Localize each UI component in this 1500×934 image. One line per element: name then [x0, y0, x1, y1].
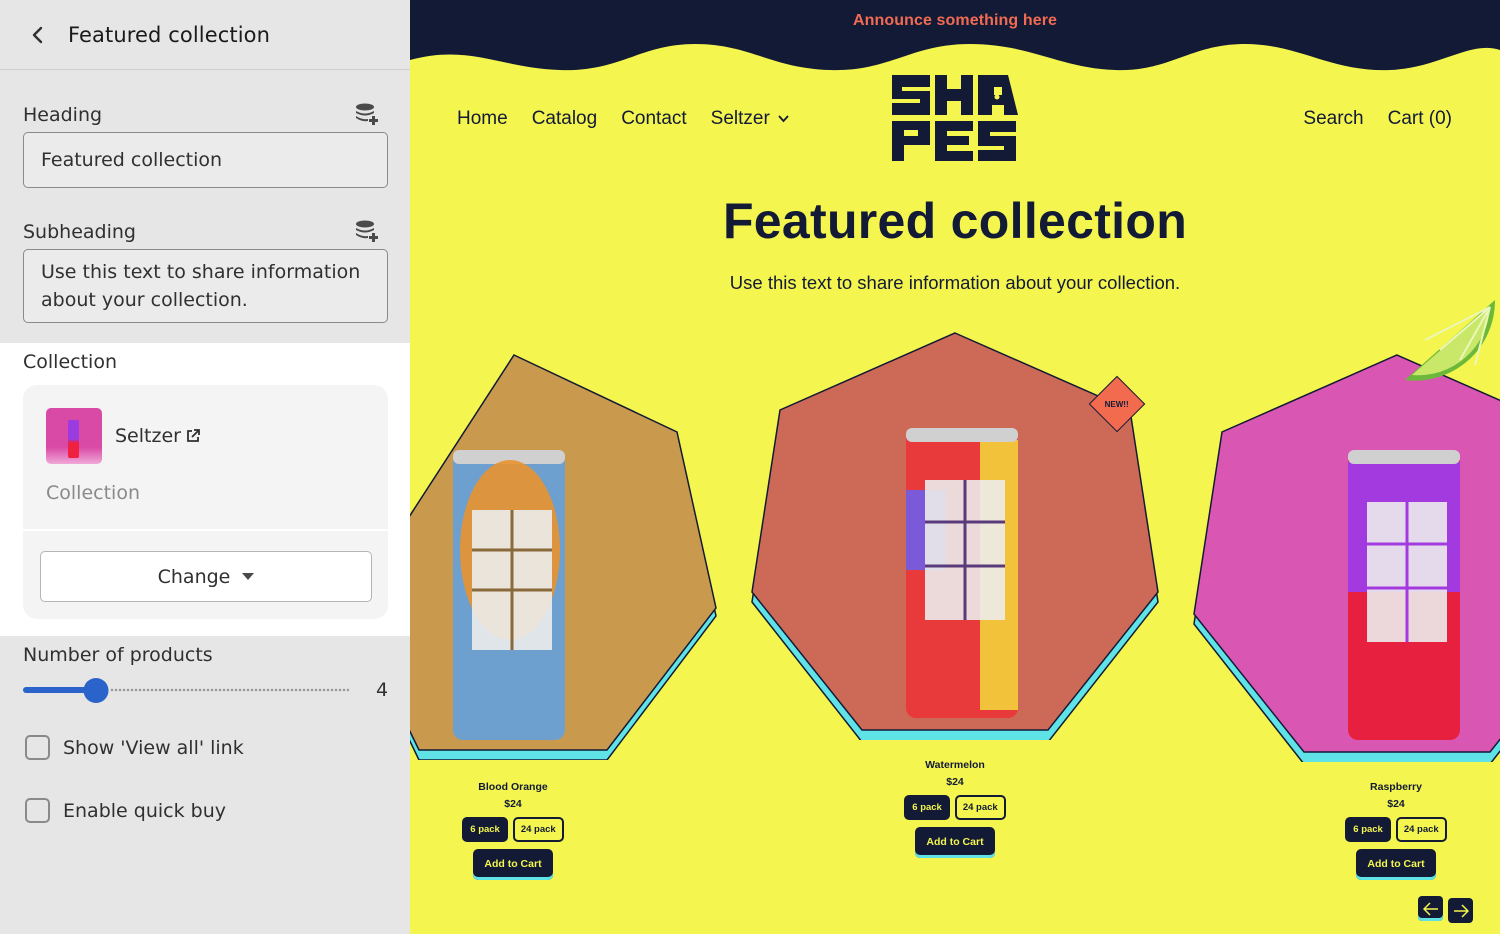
back-button[interactable]	[26, 23, 50, 47]
products-count-slider[interactable]	[23, 678, 349, 703]
collection-subheading: Use this text to share information about…	[729, 272, 1181, 293]
lime-slice-decoration	[1405, 300, 1496, 381]
pack-option-24[interactable]: 24 pack	[1395, 817, 1447, 842]
product-price: $24	[504, 798, 522, 810]
carousel-prev-button[interactable]	[1418, 896, 1443, 921]
nav-seltzer[interactable]: Seltzer	[711, 108, 789, 130]
pack-option-24[interactable]: 24 pack	[954, 795, 1006, 820]
sidebar-header: Featured collection	[0, 0, 410, 70]
collection-type: Collection	[46, 482, 140, 504]
collection-heading: Featured collection	[722, 193, 1188, 249]
nav-catalog[interactable]: Catalog	[532, 108, 598, 130]
main-nav: Home Catalog Contact Seltzer	[457, 108, 789, 130]
heading-label: Heading	[23, 104, 103, 126]
product-info: Raspberry $24 6 pack 24 pack Add to Cart	[1296, 781, 1496, 880]
quick-buy-checkbox[interactable]: Enable quick buy	[25, 798, 226, 823]
collection-section: Collection Seltzer Collection Change	[0, 343, 410, 636]
announcement-text[interactable]: Announce something here	[410, 12, 1500, 30]
store-preview: Announce something here Home Catalog Con…	[410, 0, 1500, 934]
product-image-frame[interactable]	[410, 350, 720, 760]
connect-dynamic-source-icon[interactable]	[354, 102, 380, 128]
products-count-label: Number of products	[23, 644, 213, 666]
product-price: $24	[946, 776, 964, 788]
change-label: Change	[157, 565, 231, 588]
product-price: $24	[1387, 798, 1405, 810]
product-name[interactable]: Raspberry	[1296, 781, 1496, 793]
nav-contact[interactable]: Contact	[621, 108, 686, 130]
product-info: Blood Orange $24 6 pack 24 pack Add to C…	[413, 781, 613, 880]
chevron-down-icon	[778, 115, 789, 123]
pack-option-6[interactable]: 6 pack	[462, 817, 508, 842]
subheading-field: Subheading Use this text to share inform…	[23, 219, 388, 323]
arrow-left-icon	[1422, 901, 1438, 916]
shapes-logo[interactable]	[892, 75, 1018, 161]
subheading-input[interactable]: Use this text to share information about…	[23, 249, 388, 323]
slider-thumb[interactable]	[83, 678, 109, 703]
product-name[interactable]: Blood Orange	[413, 781, 613, 793]
products-count-value: 4	[376, 679, 389, 701]
heading-input[interactable]: Featured collection	[23, 132, 388, 188]
pack-option-6[interactable]: 6 pack	[1345, 817, 1391, 842]
collection-card: Seltzer Collection Change	[23, 385, 388, 619]
caret-down-icon	[242, 573, 255, 580]
pack-options: 6 pack 24 pack	[855, 795, 1055, 820]
checkbox[interactable]	[25, 735, 50, 760]
external-link-icon	[187, 429, 200, 442]
collection-summary: Seltzer Collection	[23, 385, 388, 531]
collection-thumbnail	[46, 408, 102, 464]
subheading-label: Subheading	[23, 221, 136, 243]
pack-option-24[interactable]: 24 pack	[512, 817, 564, 842]
collection-link[interactable]: Seltzer	[115, 425, 201, 447]
checkbox[interactable]	[25, 798, 50, 823]
nav-search[interactable]: Search	[1303, 108, 1363, 130]
connect-dynamic-source-icon[interactable]	[354, 219, 380, 245]
settings-sidebar: Featured collection Heading Featured col…	[0, 0, 410, 934]
product-image-frame[interactable]	[750, 330, 1160, 740]
slider-track[interactable]	[109, 688, 349, 692]
nav-home[interactable]: Home	[457, 108, 508, 130]
chevron-left-icon	[32, 26, 43, 43]
new-badge-text: NEW!!	[1105, 399, 1129, 409]
carousel-next-button[interactable]	[1448, 898, 1473, 923]
product-name[interactable]: Watermelon	[855, 759, 1055, 771]
collection-label: Collection	[23, 351, 117, 373]
add-to-cart-button[interactable]: Add to Cart	[1356, 849, 1436, 880]
nav-seltzer-label: Seltzer	[710, 108, 770, 129]
sidebar-title: Featured collection	[68, 22, 271, 47]
collection-name: Seltzer	[115, 425, 181, 447]
show-view-all-checkbox[interactable]: Show 'View all' link	[25, 735, 244, 760]
pack-options: 6 pack 24 pack	[413, 817, 613, 842]
add-to-cart-button[interactable]: Add to Cart	[473, 849, 553, 880]
utility-nav: Search Cart (0)	[1303, 108, 1452, 130]
arrow-right-icon	[1453, 903, 1469, 918]
quick-buy-label: Enable quick buy	[63, 799, 226, 822]
product-image-frame[interactable]	[1192, 352, 1500, 762]
pack-options: 6 pack 24 pack	[1296, 817, 1496, 842]
pack-option-6[interactable]: 6 pack	[904, 795, 950, 820]
product-info: Watermelon $24 6 pack 24 pack Add to Car…	[855, 759, 1055, 858]
heading-field: Heading Featured collection	[23, 102, 388, 188]
show-view-all-label: Show 'View all' link	[63, 736, 244, 759]
nav-cart[interactable]: Cart (0)	[1388, 108, 1452, 130]
change-collection-button[interactable]: Change	[40, 551, 372, 602]
add-to-cart-button[interactable]: Add to Cart	[915, 827, 995, 858]
